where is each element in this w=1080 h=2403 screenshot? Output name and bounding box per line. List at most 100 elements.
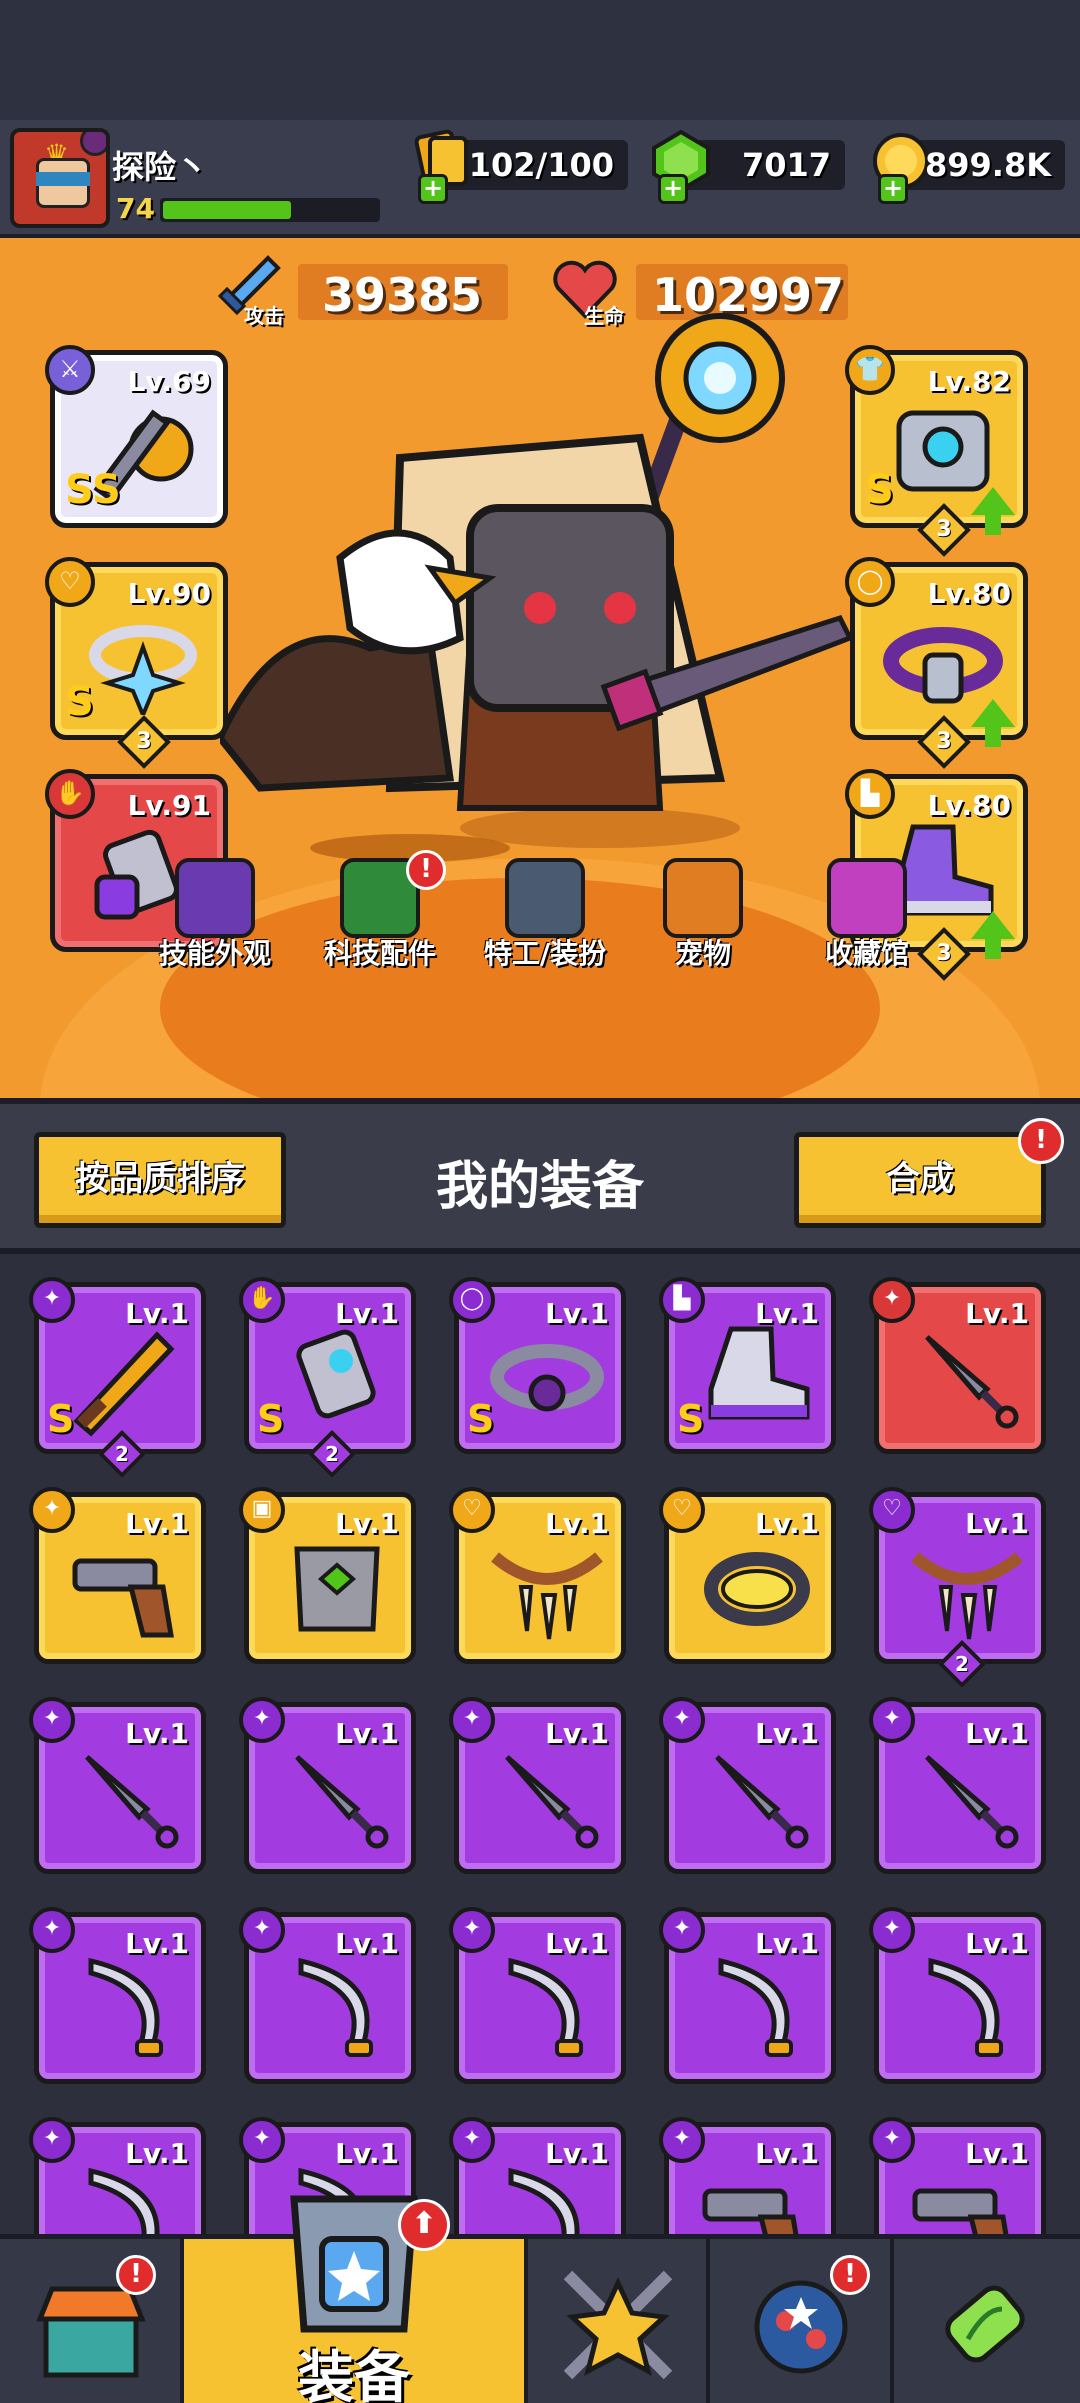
- inventory-item[interactable]: ✦ Lv.1 S 2: [29, 1277, 206, 1479]
- item-level: Lv.1: [125, 1717, 189, 1750]
- inventory-item[interactable]: ✦ Lv.1: [869, 1907, 1046, 2084]
- inventory-item[interactable]: ♡ Lv.1: [449, 1487, 626, 1664]
- skill-skin-button[interactable]: 技能外观: [130, 858, 300, 972]
- player-name[interactable]: 探险丶: [112, 142, 208, 188]
- item-star-count: 2: [307, 1429, 357, 1479]
- item-type-icon: ✦: [239, 2117, 285, 2163]
- inventory-item[interactable]: ✋ Lv.1 S 2: [239, 1277, 416, 1479]
- equipped-armor-grade: S: [865, 467, 894, 513]
- item-level: Lv.1: [965, 1297, 1029, 1330]
- equipped-armor-stars: 3: [917, 503, 971, 557]
- kunai-icon: [715, 1755, 809, 1849]
- item-type-icon: ✦: [239, 1697, 285, 1743]
- item-level: Lv.1: [335, 1717, 399, 1750]
- coin-plus-button[interactable]: +: [878, 174, 908, 204]
- tab-battle[interactable]: [528, 2239, 710, 2403]
- scimitar-icon: [298, 1957, 373, 2057]
- inventory-item[interactable]: ✦ Lv.1: [869, 1277, 1046, 1454]
- inventory-item[interactable]: ✦ Lv.1: [29, 1487, 206, 1664]
- inventory-item[interactable]: ♡ Lv.1: [659, 1487, 836, 1664]
- item-level: Lv.1: [545, 1297, 609, 1330]
- item-level: Lv.1: [335, 2137, 399, 2170]
- item-type-icon: ✦: [659, 1907, 705, 1953]
- item-level: Lv.1: [965, 1927, 1029, 1960]
- item-type-icon: ✦: [449, 1907, 495, 1953]
- flame-sword-icon: [73, 1331, 175, 1437]
- equipped-necklace-stars: 3: [117, 715, 171, 769]
- energy-counter[interactable]: + 102/100: [414, 129, 628, 204]
- merge-button[interactable]: 合成: [794, 1132, 1046, 1228]
- gem-plus-button[interactable]: +: [658, 174, 688, 204]
- inventory-item[interactable]: ✦ Lv.1: [869, 1697, 1046, 1874]
- tab-shop[interactable]: !: [0, 2239, 184, 2403]
- pet-label: 宠物: [674, 937, 731, 970]
- fang-necklace-icon: [491, 1552, 603, 1640]
- item-type-icon: ✦: [29, 1277, 75, 1323]
- kunai-icon: [925, 1335, 1019, 1429]
- item-type-icon: ✦: [869, 1277, 915, 1323]
- xp-bar: [160, 198, 380, 222]
- tab-equipment[interactable]: ⬆ 装备: [184, 2195, 528, 2403]
- item-type-icon: ✋: [239, 1277, 285, 1323]
- pet-button[interactable]: 宠物: [618, 858, 788, 972]
- pet-dog-icon: [663, 858, 743, 938]
- events-alert-badge: !: [830, 2255, 870, 2295]
- scimitar-icon: [508, 1957, 583, 2057]
- hero-character[interactable]: [220, 308, 860, 928]
- inventory-item[interactable]: ✦ Lv.1: [239, 1697, 416, 1874]
- inventory-item[interactable]: ✦ Lv.1: [449, 1697, 626, 1874]
- sort-by-quality-button[interactable]: 按品质排序: [34, 1132, 286, 1228]
- collection-label: 收藏馆: [824, 937, 909, 970]
- inventory-item[interactable]: ♡ Lv.1 2: [869, 1487, 1046, 1689]
- inventory-item[interactable]: ✦ Lv.1: [239, 1907, 416, 2084]
- bottom-tab-bar: ! ⬆ 装备 !: [0, 2195, 1080, 2403]
- revolver-icon: [912, 2188, 1009, 2234]
- item-type-icon: ✦: [659, 2117, 705, 2163]
- item-type-icon: ✦: [449, 1697, 495, 1743]
- necklace-slot-icon: ♡: [45, 557, 95, 607]
- inventory-item[interactable]: ▙ Lv.1 S: [659, 1277, 836, 1454]
- item-type-icon: ♡: [659, 1487, 705, 1533]
- inventory-item[interactable]: ✦ Lv.1: [659, 2117, 836, 2234]
- soccer-skin-icon: [175, 858, 255, 938]
- gem-value: 7017: [741, 146, 831, 184]
- equipped-belt-slot[interactable]: ◯ Lv.80 3: [845, 557, 1028, 769]
- coin-counter[interactable]: + 899.8K: [873, 133, 1065, 204]
- equipped-weapon-slot[interactable]: ⚔ Lv.69 SS: [45, 345, 228, 528]
- inventory-item[interactable]: ✦ Lv.1: [29, 1697, 206, 1874]
- item-type-icon: ✦: [449, 2117, 495, 2163]
- inventory-item[interactable]: ◯ Lv.1 S: [449, 1277, 626, 1454]
- energy-plus-button[interactable]: +: [418, 174, 448, 204]
- inventory-item[interactable]: ✦ Lv.1: [29, 2117, 206, 2234]
- player-avatar[interactable]: ♛: [10, 128, 110, 228]
- inventory-item[interactable]: ✦ Lv.1: [869, 2117, 1046, 2234]
- agent-outfit-button[interactable]: 特工/装扮: [460, 858, 630, 972]
- equipped-necklace-slot[interactable]: ♡ Lv.90 S 3: [45, 557, 228, 769]
- merge-alert-badge: !: [1018, 1118, 1064, 1164]
- inventory-item[interactable]: ▣ Lv.1: [239, 1487, 416, 1664]
- status-bar-area: [0, 0, 1080, 120]
- item-type-icon: ✦: [869, 1907, 915, 1953]
- gem-counter[interactable]: + 7017: [652, 129, 845, 204]
- equipped-belt-stars: 3: [917, 715, 971, 769]
- inventory-item[interactable]: ✦ Lv.1: [449, 2117, 626, 2234]
- section-title: 我的装备: [435, 1157, 644, 1217]
- armor-slot-icon: 👕: [845, 345, 895, 395]
- equipped-weapon-grade: SS: [65, 467, 121, 513]
- tab-lab[interactable]: [894, 2239, 1080, 2403]
- inventory-item[interactable]: ✦ Lv.1: [449, 1907, 626, 2084]
- energy-value: 102/100: [468, 146, 614, 184]
- scimitar-icon: [88, 2167, 160, 2234]
- item-type-icon: ✦: [29, 2117, 75, 2163]
- inventory-item[interactable]: ✦ Lv.1: [659, 1907, 836, 2084]
- crossed-swords-star-icon: [563, 2270, 673, 2380]
- item-level: Lv.1: [125, 1927, 189, 1960]
- equipped-armor-slot[interactable]: 👕 Lv.82 S 3: [845, 345, 1028, 557]
- tech-parts-button[interactable]: ! 科技配件: [295, 850, 465, 972]
- inventory-item[interactable]: ✦ Lv.1: [29, 1907, 206, 2084]
- collection-button[interactable]: 收藏馆: [782, 858, 952, 972]
- star-ring-necklace-icon: [89, 625, 197, 715]
- inventory-item[interactable]: ✦ Lv.1: [659, 1697, 836, 1874]
- item-level: Lv.1: [545, 1927, 609, 1960]
- tab-events[interactable]: !: [710, 2239, 894, 2403]
